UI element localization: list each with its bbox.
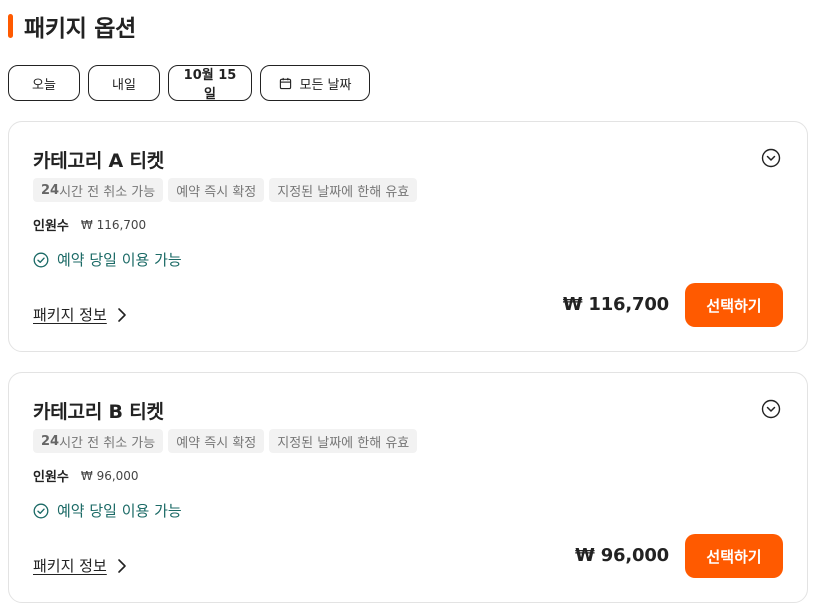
people-row: 인원수 ₩ 96,000	[33, 466, 139, 486]
tag-cancellation: 24 시간 전 취소 가능	[33, 178, 164, 202]
people-price: ₩ 116,700	[80, 217, 147, 232]
package-price: ₩ 96,000	[575, 545, 669, 566]
sameday-availability: 예약 당일 이용 가능	[33, 249, 182, 270]
chevron-right-icon	[117, 558, 126, 573]
chevron-down-circle-icon[interactable]	[761, 399, 781, 419]
select-button[interactable]: 선택하기	[685, 283, 783, 327]
package-info-label: 패키지 정보	[33, 557, 107, 575]
package-tags: 24 시간 전 취소 가능 예약 즉시 확정 지정된 날짜에 한해 유효	[33, 429, 418, 453]
tag-instant-confirm: 예약 즉시 확정	[168, 178, 265, 202]
date-chip-today[interactable]: 오늘	[8, 65, 80, 101]
date-filter-row: 오늘 내일 10월 15일 모든 날짜	[8, 65, 370, 102]
date-chip-tomorrow[interactable]: 내일	[88, 65, 160, 101]
package-tags: 24 시간 전 취소 가능 예약 즉시 확정 지정된 날짜에 한해 유효	[33, 178, 418, 202]
accent-bar	[8, 14, 13, 38]
tag-cancellation: 24 시간 전 취소 가능	[33, 429, 164, 453]
package-info-link[interactable]: 패키지 정보	[33, 304, 129, 325]
select-button[interactable]: 선택하기	[685, 534, 783, 578]
calendar-icon	[279, 77, 291, 89]
tag-valid-date: 지정된 날짜에 한해 유효	[269, 429, 418, 453]
people-row: 인원수 ₩ 116,700	[33, 215, 147, 235]
package-info-link[interactable]: 패키지 정보	[33, 555, 129, 576]
tag-valid-date: 지정된 날짜에 한해 유효	[269, 178, 418, 202]
date-chip-all-label: 모든 날짜	[299, 77, 352, 93]
check-circle-icon	[33, 252, 49, 267]
package-title: 카테고리 A 티켓	[33, 150, 165, 172]
package-card: 카테고리 B 티켓 24 시간 전 취소 가능 예약 즉시 확정 지정된 날짜에 …	[8, 372, 808, 603]
check-circle-icon	[33, 503, 49, 518]
package-price: ₩ 116,700	[562, 294, 670, 315]
sameday-availability: 예약 당일 이용 가능	[33, 500, 182, 521]
people-label: 인원수	[33, 219, 69, 234]
section-title: 패키지 옵션	[24, 16, 137, 42]
package-info-label: 패키지 정보	[33, 306, 107, 324]
tag-instant-confirm: 예약 즉시 확정	[168, 429, 265, 453]
section-header: 패키지 옵션	[8, 10, 136, 42]
package-card: 카테고리 A 티켓 24 시간 전 취소 가능 예약 즉시 확정 지정된 날짜에 …	[8, 121, 808, 352]
chevron-down-circle-icon[interactable]	[761, 148, 781, 168]
people-label: 인원수	[33, 470, 69, 485]
sameday-text: 예약 당일 이용 가능	[57, 251, 182, 269]
people-price: ₩ 96,000	[80, 468, 139, 483]
date-chip-all-dates[interactable]: 모든 날짜	[260, 65, 370, 101]
sameday-text: 예약 당일 이용 가능	[57, 502, 182, 520]
package-title: 카테고리 B 티켓	[33, 401, 164, 423]
chevron-right-icon	[117, 307, 126, 322]
date-chip-oct-15[interactable]: 10월 15일	[168, 65, 252, 102]
